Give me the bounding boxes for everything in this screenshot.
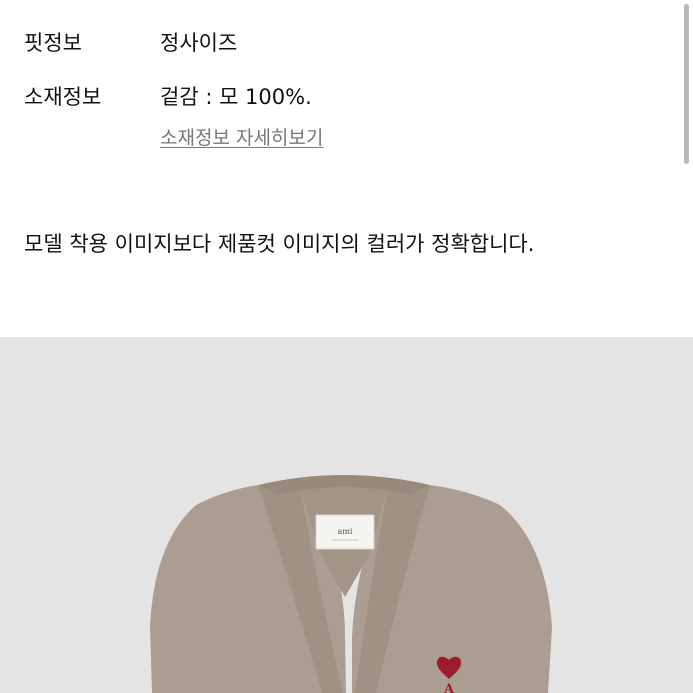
material-label: 소재정보 — [24, 85, 102, 109]
material-detail-link[interactable]: 소재정보 자세히보기 — [160, 125, 323, 151]
fit-label: 핏정보 — [24, 31, 82, 55]
product-image: ami A — [0, 337, 693, 693]
scrollbar[interactable] — [684, 4, 689, 164]
color-notice-text: 모델 착용 이미지보다 제품컷 이미지의 컬러가 정확합니다. — [24, 232, 535, 256]
fit-value: 정사이즈 — [160, 31, 238, 55]
logo-letter-a-icon: A — [443, 682, 455, 693]
brand-label-text: ami — [338, 527, 353, 536]
material-value: 겉감 : 모 100%. — [160, 85, 312, 109]
cardigan-illustration: ami A — [150, 475, 552, 693]
